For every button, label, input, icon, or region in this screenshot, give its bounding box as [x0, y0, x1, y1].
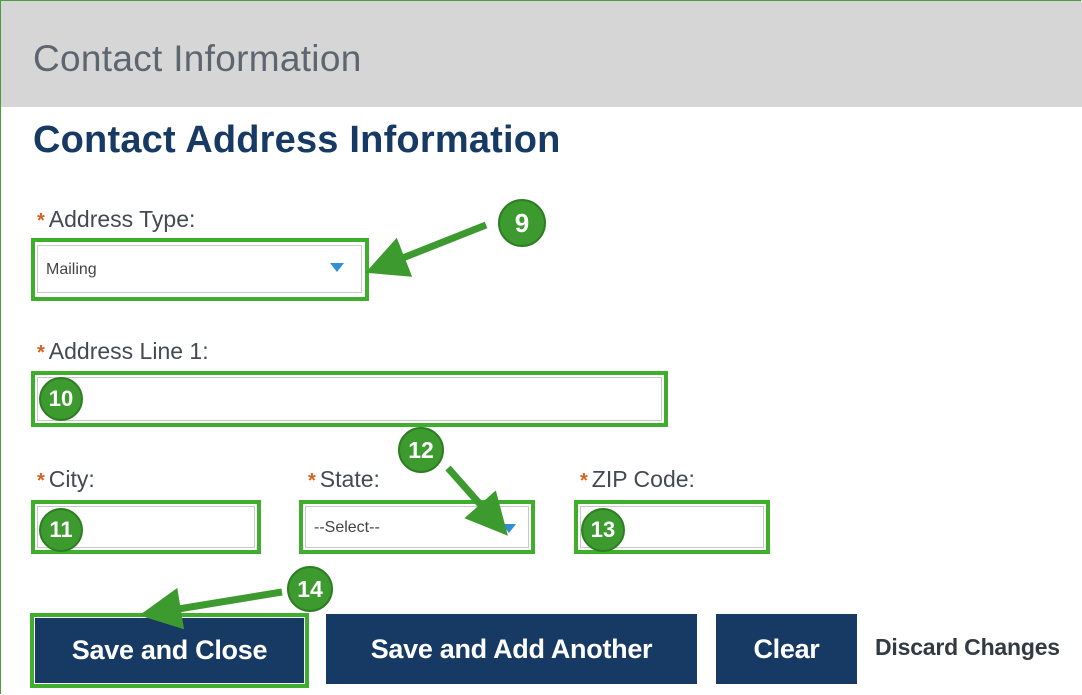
annotation-arrows — [139, 221, 508, 630]
arrow-step-14 — [139, 587, 283, 630]
step-badge-14: 14 — [287, 566, 333, 612]
step-badge-11: 11 — [39, 508, 83, 552]
arrow-step-12 — [445, 465, 508, 536]
step-badge-9: 9 — [498, 199, 546, 247]
arrow-step-9 — [365, 221, 488, 277]
step-badge-10: 10 — [39, 377, 83, 421]
step-badge-13: 13 — [581, 508, 625, 552]
step-badge-12: 12 — [398, 427, 444, 473]
